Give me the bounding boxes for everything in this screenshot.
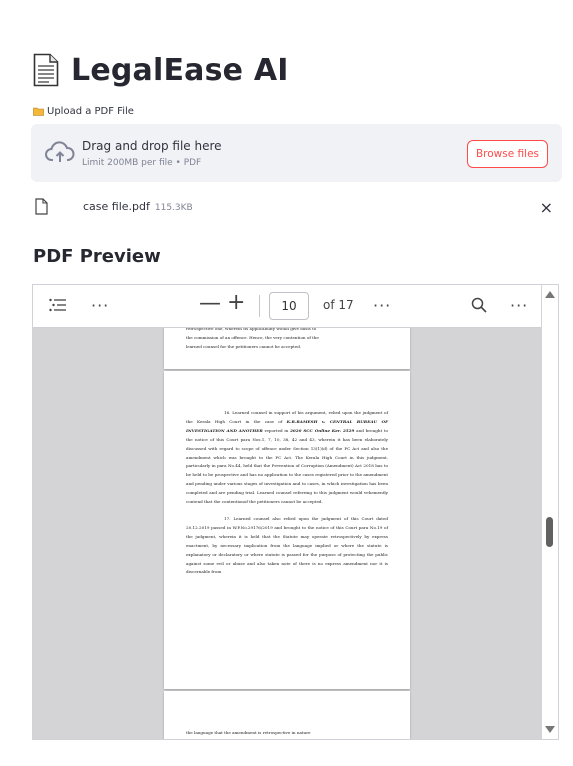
more-options-button[interactable]: ··· (91, 296, 109, 315)
pdf-page-text: 16. Learned counsel in support of his ar… (186, 409, 388, 577)
more-options-button[interactable]: ··· (373, 296, 391, 315)
cloud-upload-icon (45, 141, 75, 162)
folder-icon (33, 107, 44, 116)
para-text: Learned counsel also relied upon the jud… (186, 515, 388, 575)
browse-files-button[interactable]: Browse files (466, 140, 548, 168)
para-number: 17. (224, 515, 231, 521)
pdf-page-text: the language that the amendment is retro… (186, 730, 311, 735)
document-icon (33, 53, 59, 87)
paragraph-17: 17. Learned counsel also relied upon the… (186, 515, 388, 577)
page-count: of 17 (323, 298, 354, 312)
pdf-page-current: 16. Learned counsel in support of his ar… (164, 371, 410, 689)
paragraph-16: 16. Learned counsel in support of his ar… (186, 409, 388, 507)
app-title: LegalEase AI (71, 52, 289, 88)
pdf-viewer[interactable]: retrospective one, wherein its applicabi… (32, 284, 559, 740)
zoom-in-button[interactable]: + (227, 290, 245, 315)
file-size: 115.3KB (154, 203, 193, 213)
more-options-button[interactable]: ··· (510, 296, 528, 315)
scroll-down-arrow[interactable] (545, 726, 555, 733)
vertical-scrollbar[interactable] (542, 285, 558, 739)
file-dropzone[interactable]: Drag and drop file here Limit 200MB per … (31, 124, 562, 182)
case-citation: 2020 SCC Online Ker. 2529 (290, 427, 355, 433)
pdf-preview-heading: PDF Preview (33, 246, 161, 267)
file-name-text: case file.pdf (83, 200, 150, 213)
pdf-text-line: learned counsel for the petitioners cann… (186, 343, 302, 349)
toolbar-divider (259, 295, 260, 317)
file-name: case file.pdf 115.3KB (83, 200, 193, 213)
outline-toggle-icon[interactable] (49, 298, 67, 312)
upload-label-text: Upload a PDF File (47, 106, 134, 117)
pdf-text-line: the commission of an offence. Hence, the… (186, 334, 319, 340)
search-icon[interactable] (471, 297, 487, 313)
remove-file-button[interactable]: × (540, 198, 553, 217)
dropzone-instructions: Drag and drop file here (82, 139, 222, 153)
app-header: LegalEase AI (33, 50, 289, 90)
para-text: and brought to the notice of this Court … (186, 427, 389, 505)
pdf-page-next: the language that the amendment is retro… (164, 691, 410, 739)
para-text: reported in (264, 427, 289, 433)
scroll-up-arrow[interactable] (545, 291, 555, 298)
dropzone-limit: Limit 200MB per file • PDF (82, 158, 202, 168)
pdf-toolbar: ··· — + 10 of 17 ··· ··· (33, 285, 541, 328)
uploaded-file-row: case file.pdf 115.3KB × (33, 198, 553, 220)
zoom-out-button[interactable]: — (199, 291, 221, 316)
page-number-input[interactable]: 10 (269, 292, 309, 320)
para-number: 16. (224, 410, 231, 415)
pdf-page-text: retrospective one, wherein its applicabi… (186, 325, 388, 352)
file-icon (35, 198, 48, 215)
upload-label: Upload a PDF File (33, 106, 134, 117)
scrollbar-thumb[interactable] (546, 517, 553, 547)
